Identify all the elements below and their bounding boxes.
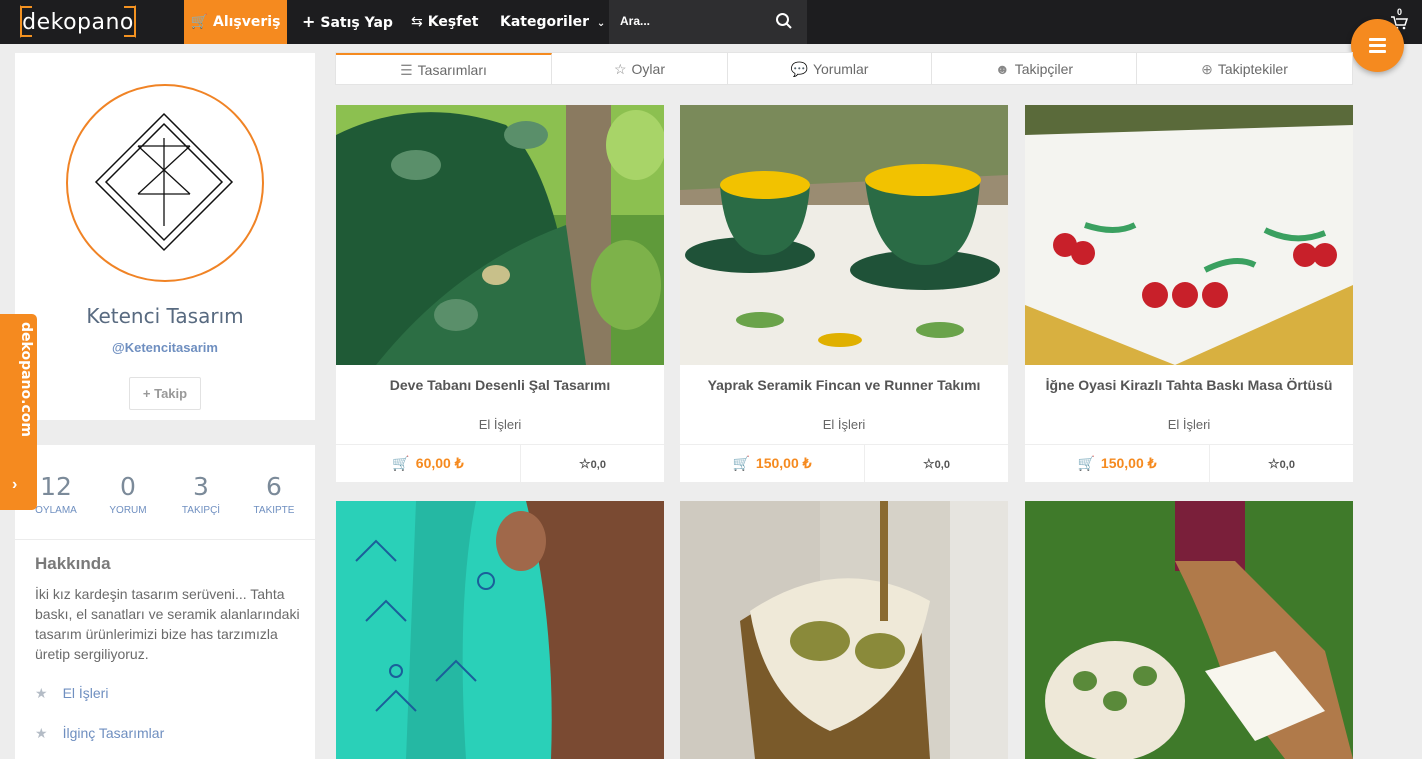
shuffle-icon: ⇆ (411, 14, 423, 30)
hamburger-icon (1369, 38, 1386, 41)
brand-mark-icon (94, 112, 234, 252)
cart-icon: 🛒 (732, 455, 750, 471)
star-icon: ☆ (613, 61, 627, 77)
tab-takipciler[interactable]: ☻ Takipçiler (932, 53, 1137, 84)
category-link-ilginc-tasarimlar[interactable]: ★ İlginç Tasarımlar (35, 725, 164, 742)
profile-name: Ketenci Tasarım (86, 304, 244, 328)
comments-icon: 💬 (790, 61, 808, 77)
product-image[interactable] (680, 501, 1008, 759)
nav-explore[interactable]: ⇆ Keşfet (411, 0, 478, 44)
rating-button[interactable]: ☆0,0 (521, 445, 664, 484)
cart-icon: 🛒 (1077, 455, 1095, 471)
profile-handle[interactable]: @Ketencitasarim (15, 340, 315, 355)
top-navbar: dekopano 🛒 Alışveriş + Satış Yap ⇆ Keşfet K… (0, 0, 1422, 44)
cart-icon: 🛒 (190, 14, 208, 30)
category-link-el-isleri[interactable]: ★ El İşleri (35, 685, 108, 702)
star-icon: ☆ (579, 456, 591, 471)
about-text: İki kız kardeşin tasarım serüveni... Tah… (35, 586, 300, 662)
stat-yorum[interactable]: 0 YORUM (93, 472, 163, 516)
add-to-cart-button[interactable]: 🛒 150,00 ₺ (1025, 445, 1210, 482)
search-box[interactable]: Ara... (609, 0, 807, 44)
nav-sell[interactable]: + Satış Yap (302, 0, 393, 44)
search-input[interactable]: Ara... (620, 14, 650, 28)
tab-yorumlar[interactable]: 💬 Yorumlar (728, 53, 932, 84)
stat-takipci[interactable]: 3 TAKIPÇİ (166, 472, 236, 516)
plus-circle-icon: ⊕ (1201, 61, 1213, 77)
divider (15, 539, 315, 540)
about-title: Hakkında (35, 554, 111, 573)
star-icon: ☆ (1268, 456, 1280, 471)
tab-takiptekiler[interactable]: ⊕ Takiptekiler (1137, 53, 1352, 84)
dekopano-side-tab[interactable]: dekopano.com › (0, 314, 37, 510)
add-to-cart-button[interactable]: 🛒 150,00 ₺ (680, 445, 865, 482)
product-footer: 🛒 60,00 ₺ ☆0,0 (336, 444, 664, 482)
dekopano-logo[interactable]: dekopano (20, 5, 136, 38)
product-footer: 🛒 150,00 ₺ ☆0,0 (680, 444, 1008, 482)
product-image[interactable] (336, 501, 664, 759)
product-title[interactable]: Deve Tabanı Desenli Şal Tasarımı (336, 377, 664, 393)
product-category[interactable]: El İşleri (680, 417, 1008, 432)
follow-button[interactable]: + Takip (129, 377, 201, 410)
add-to-cart-button[interactable]: 🛒 60,00 ₺ (336, 445, 521, 482)
chevron-right-icon: › (12, 476, 18, 493)
product-category[interactable]: El İşleri (336, 417, 664, 432)
tab-oylar[interactable]: ☆ Oylar (552, 53, 728, 84)
product-image[interactable] (336, 105, 664, 365)
product-card[interactable] (336, 501, 664, 759)
layers-icon: ☰ (400, 62, 413, 78)
cart-icon: 🛒 (392, 455, 410, 471)
product-card[interactable] (1025, 501, 1353, 759)
star-icon: ★ (35, 725, 48, 741)
product-footer: 🛒 150,00 ₺ ☆0,0 (1025, 444, 1353, 482)
nav-categories[interactable]: Kategoriler ⌄ (500, 0, 605, 44)
search-icon[interactable] (775, 12, 793, 30)
product-image[interactable] (1025, 501, 1353, 759)
nav-shopping[interactable]: 🛒 Alışveriş (184, 0, 287, 44)
rating-button[interactable]: ☆0,0 (865, 445, 1008, 484)
chevron-down-icon: ⌄ (596, 18, 606, 29)
product-image[interactable] (680, 105, 1008, 365)
plus-icon: + (302, 12, 316, 31)
menu-fab-button[interactable] (1351, 19, 1404, 72)
product-card[interactable]: Yaprak Seramik Fincan ve Runner Takımı E… (680, 105, 1008, 482)
product-title[interactable]: Yaprak Seramik Fincan ve Runner Takımı (680, 377, 1008, 393)
product-title[interactable]: İğne Oyasi Kirazlı Tahta Baskı Masa Örtü… (1025, 377, 1353, 393)
product-card[interactable]: İğne Oyasi Kirazlı Tahta Baskı Masa Örtü… (1025, 105, 1353, 482)
avatar (66, 84, 264, 282)
star-icon: ☆ (923, 456, 935, 471)
star-icon: ★ (35, 685, 48, 701)
stat-takipte[interactable]: 6 TAKIPTE (239, 472, 309, 516)
product-image[interactable] (1025, 105, 1353, 365)
product-card[interactable] (680, 501, 1008, 759)
product-category[interactable]: El İşleri (1025, 417, 1353, 432)
user-icon: ☻ (994, 61, 1010, 77)
product-card[interactable]: Deve Tabanı Desenli Şal Tasarımı El İşle… (336, 105, 664, 482)
tab-tasarimlari[interactable]: ☰ Tasarımları (336, 53, 552, 84)
rating-button[interactable]: ☆0,0 (1210, 445, 1353, 484)
profile-tabs: ☰ Tasarımları ☆ Oylar 💬 Yorumlar ☻ Takipçile… (335, 52, 1353, 85)
cart-count: 0 (1397, 7, 1403, 17)
